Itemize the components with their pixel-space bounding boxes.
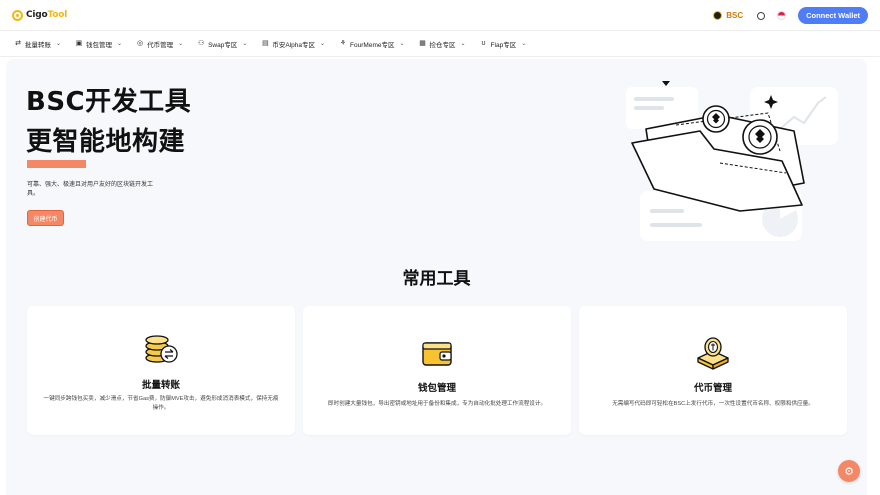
chevron-down-icon: ⌄ <box>460 41 466 47</box>
tool-card-token[interactable]: 代币管理 无需编写代码即可轻松在BSC上发行代币，一次性设置代币名称、权限和供应… <box>579 306 847 435</box>
nav-item-alpha[interactable]: ▤ 币安Alpha专区 ⌄ <box>261 39 325 49</box>
nav-item-fourmeme[interactable]: ⚘ FourMeme专区 ⌄ <box>339 39 405 49</box>
chevron-down-icon: ⌄ <box>117 41 123 47</box>
settings-fab[interactable]: ⚙ <box>838 460 860 482</box>
chevron-down-icon: ⌄ <box>56 41 62 47</box>
logo[interactable]: CigoTool <box>12 9 68 21</box>
chain-label: BSC <box>726 10 744 20</box>
alpha-icon: ▤ <box>262 39 269 47</box>
swap-icon: ⚇ <box>197 39 205 47</box>
top-header: CigoTool BSC Connect Wallet <box>0 0 880 30</box>
language-flag-icon[interactable] <box>777 10 787 20</box>
section-title-common-tools: 常用工具 <box>402 269 471 289</box>
card-title: 批量转账 <box>141 380 180 391</box>
hero-title-line1: BSC开发工具 <box>26 87 192 117</box>
chevron-down-icon: ⌄ <box>521 41 527 47</box>
chevron-down-icon: ⌄ <box>242 41 248 47</box>
flap-icon: ʊ <box>481 39 486 47</box>
nav-item-swap[interactable]: ⚇ Swap专区 ⌄ <box>197 39 247 49</box>
chevron-down-icon: ⌄ <box>178 41 184 47</box>
theme-toggle-icon[interactable] <box>755 10 766 20</box>
nav-item-token[interactable]: ◎ 代币管理 ⌄ <box>136 39 183 49</box>
main-nav: ⇄ 批量转账 ⌄ ▣ 钱包管理 ⌄ ◎ 代币管理 ⌄ ⚇ Swap专区 ⌄ ▤ 币安Al… <box>0 30 880 57</box>
logo-icon <box>12 9 23 21</box>
chain-selector[interactable]: BSC <box>713 10 744 20</box>
tool-card-batch-transfer[interactable]: 批量转账 一键同步跨钱包买卖，减少滑点，节省Gas费，防御MVE攻击，避免形成消… <box>27 306 295 435</box>
wallet-icon: ▣ <box>75 39 83 47</box>
logo-text: CigoTool <box>26 10 68 20</box>
wallet-icon <box>422 342 452 366</box>
hero-title-line2: 更智能地构建 <box>26 127 186 157</box>
nav-item-flap[interactable]: ʊ Flap专区 ⌄ <box>480 39 527 49</box>
card-title: 代币管理 <box>693 383 732 394</box>
tool-card-wallet[interactable]: 钱包管理 即时创建大量钱包，导出密钥或地址用于备份和集成，专为自动化批处理工作流… <box>303 306 571 435</box>
hero-description: 可靠、强大、极速且对用户友好的区块链开发工具。 <box>27 182 154 197</box>
card-title: 钱包管理 <box>417 383 456 394</box>
hero-accent-bar <box>27 160 86 168</box>
bnb-chain-icon <box>713 10 723 20</box>
gift-icon: ▦ <box>419 39 426 47</box>
chevron-down-icon: ⌄ <box>320 41 326 47</box>
hero-folder-illustration <box>626 81 838 241</box>
card-description: 无需编写代码即可轻松在BSC上发行代币，一次性设置代币名称、权限和供应量。 <box>612 401 814 407</box>
transfer-icon: ⇄ <box>15 39 21 47</box>
token-box-icon <box>697 337 729 370</box>
nav-item-pickup[interactable]: ▦ 捡仓专区 ⌄ <box>419 39 466 49</box>
create-token-button[interactable]: 创建代币 <box>27 210 64 226</box>
connect-wallet-button[interactable]: Connect Wallet <box>798 6 868 24</box>
main-content: BSC开发工具 更智能地构建 可靠、强大、极速且对用户友好的区块链开发工具。 创… <box>6 59 867 495</box>
card-description: 即时创建大量钱包，导出密钥或地址用于备份和集成，专为自动化批处理工作流程设计。 <box>327 401 547 407</box>
header-actions: BSC Connect Wallet <box>713 6 868 24</box>
token-icon: ◎ <box>137 39 144 47</box>
card-description: 一键同步跨钱包买卖，减少滑点，节省Gas费，防御MVE攻击，避免形成消消表模式，… <box>43 396 279 411</box>
chevron-down-icon: ⌄ <box>399 41 405 47</box>
coins-transfer-icon <box>145 335 178 363</box>
nav-item-batch-transfer[interactable]: ⇄ 批量转账 ⌄ <box>14 39 61 49</box>
fourmeme-icon: ⚘ <box>339 39 347 47</box>
gear-icon: ⚙ <box>844 465 854 478</box>
nav-item-wallet[interactable]: ▣ 钱包管理 ⌄ <box>75 39 122 49</box>
